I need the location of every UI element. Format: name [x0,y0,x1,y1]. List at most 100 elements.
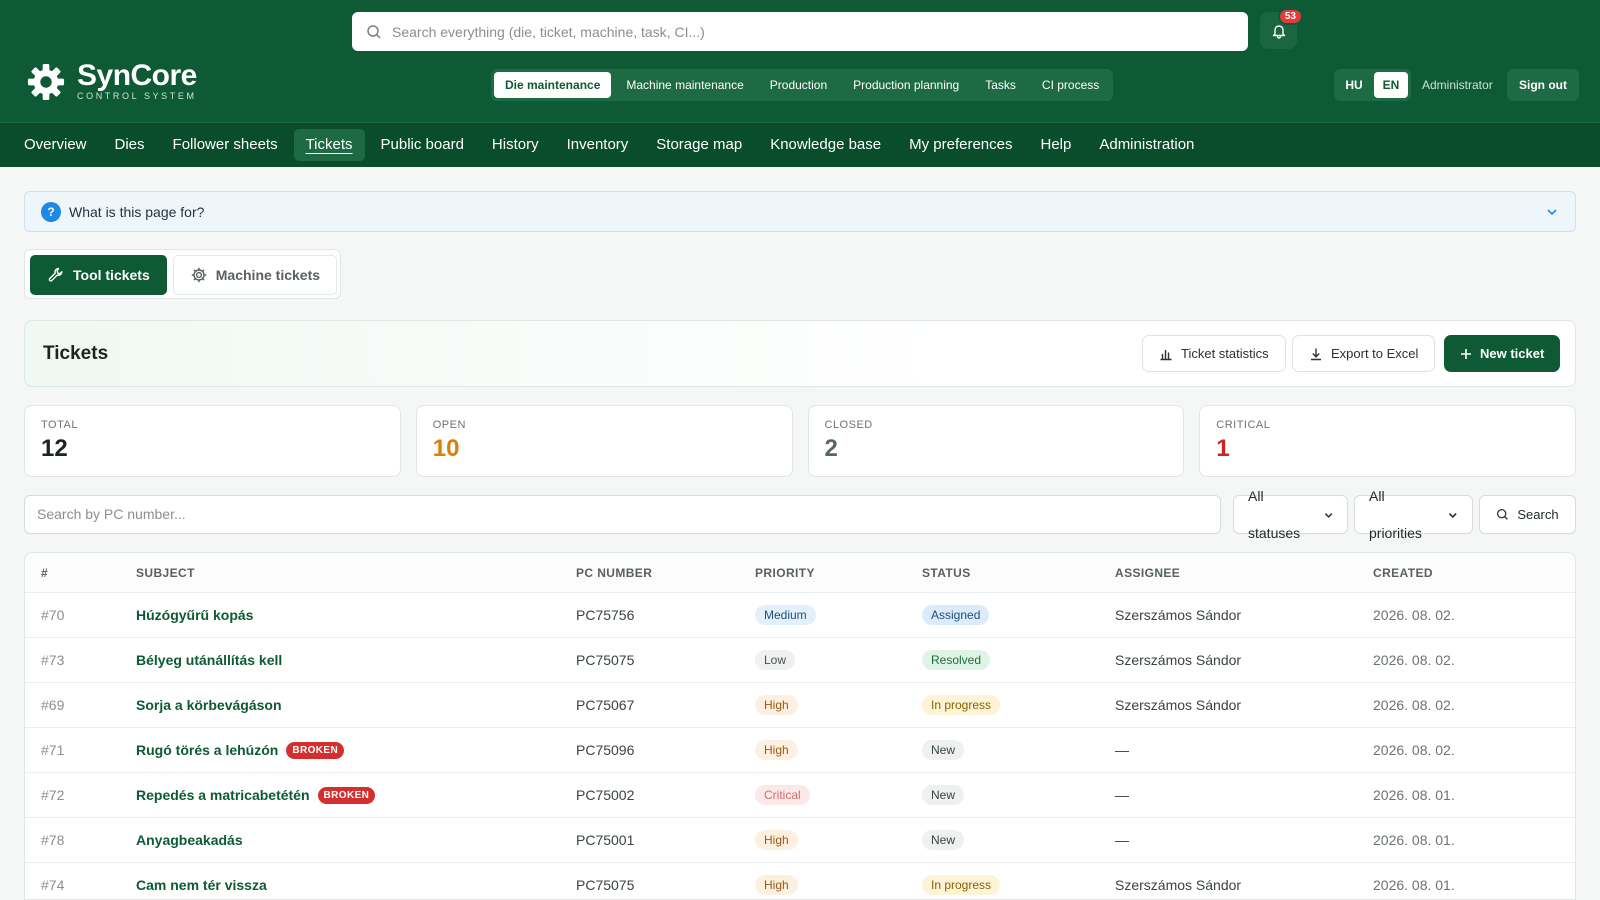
status-badge: New [922,785,965,805]
ticket-assignee: Szerszámos Sándor [1115,877,1242,893]
tab-tool-tickets[interactable]: Tool tickets [30,255,167,295]
domain-tab-tasks[interactable]: Tasks [974,72,1027,98]
table-row[interactable]: #78 Anyagbeakadás PC75001 High New — 2026. 08.… [25,818,1575,863]
export-excel-label: Export to Excel [1331,346,1419,361]
priority-cell: Medium [755,593,816,637]
priority-filter-value: All priorities [1369,487,1422,541]
domain-tab-production-planning[interactable]: Production planning [842,72,970,98]
nav-tickets[interactable]: Tickets [293,129,365,161]
ticket-subject-cell: Bélyeg utánállítás kell [136,638,282,682]
ticket-subject-link[interactable]: Húzógyűrű kopás [136,607,253,623]
export-excel-button[interactable]: Export to Excel [1292,335,1436,372]
ticket-pc-number: PC75002 [576,787,635,803]
table-row[interactable]: #70 Húzógyűrű kopás PC75756 Medium Assigned S… [25,593,1575,638]
table-row[interactable]: #74 Cam nem tér vissza PC75075 High In progr… [25,863,1575,899]
column-header-pc-number[interactable]: PC NUMBER [576,553,652,592]
language-en-button[interactable]: EN [1374,72,1408,98]
ticket-assignee: — [1115,787,1129,803]
search-button[interactable]: Search [1479,495,1576,534]
nav-overview[interactable]: Overview [12,129,99,161]
priority-cell: High [755,728,798,772]
app-logo[interactable]: SynCore CONTROL SYSTEM [27,59,197,101]
status-cell: In progress [922,863,1001,899]
stat-value: 12 [41,435,68,462]
nav-history[interactable]: History [480,129,551,161]
ticket-subject-link[interactable]: Repedés a matricabetétén [136,787,310,803]
status-cell: Resolved [922,638,991,682]
table-row[interactable]: #71 Rugó törés a lehúzón BROKEN PC75096 High… [25,728,1575,773]
ticket-created-date: 2026. 08. 01. [1373,787,1455,803]
ticket-created-date: 2026. 08. 02. [1373,742,1455,758]
nav-follower-sheets[interactable]: Follower sheets [161,129,290,161]
stat-label: CRITICAL [1216,419,1271,431]
ticket-type-tabs: Tool tickets Machine tickets [24,249,341,299]
column-header-priority[interactable]: PRIORITY [755,553,815,592]
domain-tabs: Die maintenance Machine maintenance Prod… [491,69,1114,101]
tab-machine-tickets[interactable]: Machine tickets [172,255,338,295]
ticket-assignee: Szerszámos Sándor [1115,652,1242,668]
status-cell: New [922,818,965,862]
priority-filter-select[interactable]: All priorities [1354,488,1473,541]
sign-out-button[interactable]: Sign out [1507,69,1579,101]
notifications-count-badge: 53 [1277,8,1303,25]
page-title: Tickets [43,343,109,364]
nav-knowledge-base[interactable]: Knowledge base [758,129,893,161]
column-header-status[interactable]: STATUS [922,553,971,592]
table-row[interactable]: #72 Repedés a matricabetétén BROKEN PC75002… [25,773,1575,818]
status-cell: New [922,728,965,772]
column-header-subject[interactable]: SUBJECT [136,553,195,592]
ticket-statistics-label: Ticket statistics [1181,346,1269,361]
ticket-subject-link[interactable]: Bélyeg utánállítás kell [136,652,282,668]
download-icon [1311,348,1321,360]
nav-storage-map[interactable]: Storage map [644,129,754,161]
logo-name: SynCore [77,59,197,92]
nav-inventory[interactable]: Inventory [555,129,641,161]
status-filter-select[interactable]: All statuses [1233,488,1348,541]
domain-tab-ci-process[interactable]: CI process [1031,72,1110,98]
ticket-assignee: — [1115,742,1129,758]
domain-tab-machine-maintenance[interactable]: Machine maintenance [615,72,754,98]
gear-logo-icon [27,63,65,100]
table-row[interactable]: #69 Sorja a körbevágáson PC75067 High In pro… [25,683,1575,728]
ticket-subject-link[interactable]: Cam nem tér vissza [136,877,267,893]
bell-icon [1272,24,1285,39]
stat-label: OPEN [432,419,466,431]
nav-administration[interactable]: Administration [1087,129,1206,161]
stat-card-closed: CLOSED 2 [807,405,1185,477]
ticket-pc-number: PC75001 [576,832,635,848]
priority-cell: High [755,818,798,862]
domain-tab-die-maintenance[interactable]: Die maintenance [494,72,612,98]
ticket-id: #74 [41,877,65,893]
nav-public-board[interactable]: Public board [369,129,476,161]
nav-dies[interactable]: Dies [103,129,157,161]
table-row[interactable]: #73 Bélyeg utánállítás kell PC75075 Low Reso… [25,638,1575,683]
ticket-subject-link[interactable]: Sorja a körbevágáson [136,697,282,713]
nav-help[interactable]: Help [1028,129,1083,161]
new-ticket-button[interactable]: New ticket [1444,335,1561,372]
ticket-subject-cell: Anyagbeakadás [136,818,243,862]
column-header-id[interactable]: # [41,553,48,592]
ticket-subject-link[interactable]: Rugó törés a lehúzón [136,742,278,758]
ticket-id: #69 [41,697,65,713]
current-user: Administrator [1422,78,1493,92]
ticket-pc-number: PC75067 [576,697,635,713]
nav-my-preferences[interactable]: My preferences [897,129,1024,161]
global-search-input[interactable]: Search everything (die, ticket, machine,… [352,12,1248,51]
column-header-created[interactable]: CREATED [1373,553,1433,592]
search-icon [1497,508,1509,520]
ticket-assignee: Szerszámos Sándor [1115,697,1242,713]
language-hu-button[interactable]: HU [1337,72,1371,98]
pc-number-search-input[interactable]: Search by PC number... [24,495,1221,534]
ticket-subject-link[interactable]: Anyagbeakadás [136,832,243,848]
column-header-assignee[interactable]: ASSIGNEE [1115,553,1180,592]
priority-cell: High [755,683,798,727]
notifications-button[interactable]: 53 [1260,8,1303,49]
new-ticket-label: New ticket [1480,346,1545,361]
ticket-pc-number: PC75096 [576,742,635,758]
domain-tab-production[interactable]: Production [759,72,838,98]
ticket-statistics-button[interactable]: Ticket statistics [1142,335,1286,372]
page-help-toggle[interactable]: ? What is this page for? [24,191,1576,232]
logo-subtitle: CONTROL SYSTEM [77,91,197,101]
ticket-created-date: 2026. 08. 01. [1373,832,1455,848]
tab-tool-tickets-label: Tool tickets [73,267,150,283]
